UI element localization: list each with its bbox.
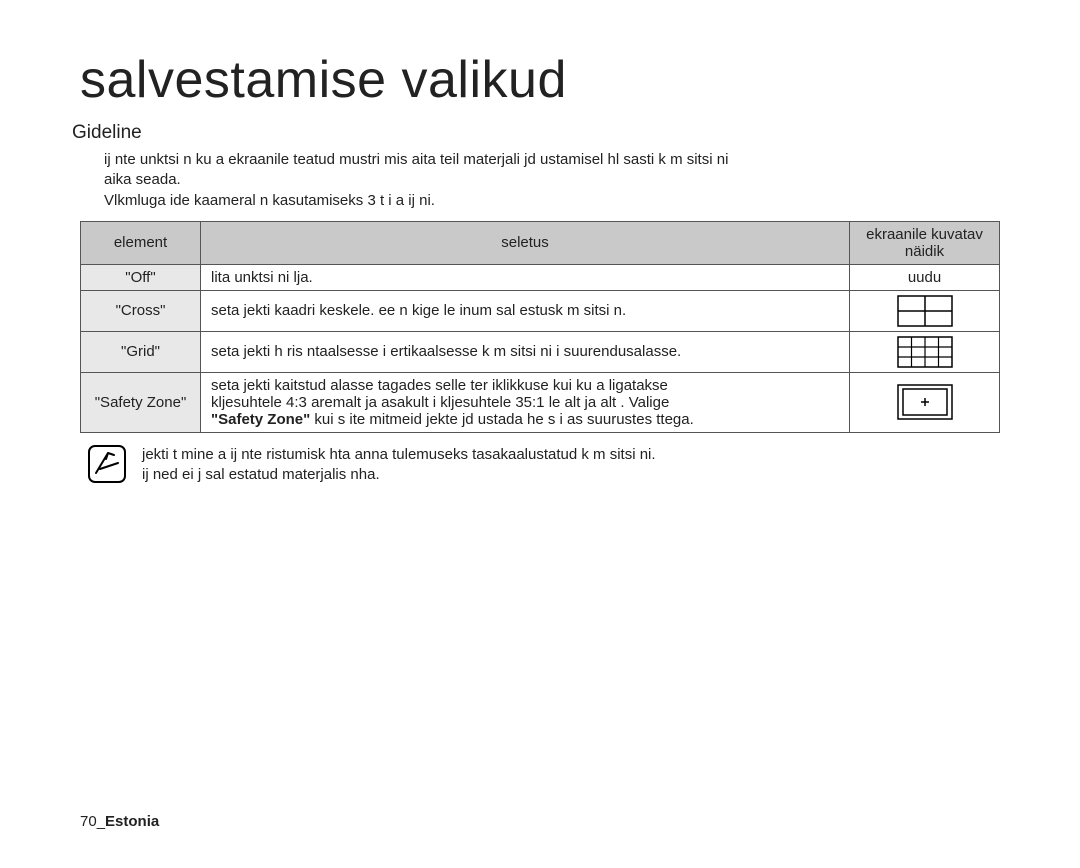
note-icon: [88, 445, 126, 488]
desc-line: seta jekti kaitstud alasse tagades selle…: [211, 377, 668, 394]
page-footer: 70_Estonia: [80, 813, 159, 830]
section-title: Gideline: [72, 122, 1000, 144]
cell-element: "Safety Zone": [81, 372, 201, 432]
cell-desc: lita unktsi ni lja.: [201, 264, 850, 290]
page-number: 70: [80, 813, 97, 830]
cell-display: [850, 372, 1000, 432]
cell-element: "Cross": [81, 290, 201, 331]
note-text: jekti t mine a ij nte ristumisk hta anna…: [142, 445, 656, 486]
desc-bold: "Safety Zone": [211, 411, 310, 428]
cell-display: [850, 290, 1000, 331]
table-row: "Safety Zone" seta jekti kaitstud alasse…: [81, 372, 1000, 432]
safety-zone-icon: [860, 384, 989, 420]
page-title: salvestamise valikud: [80, 50, 1000, 110]
th-element: element: [81, 221, 201, 264]
intro-line: aika seada.: [104, 170, 1000, 190]
page-locale: Estonia: [105, 813, 159, 830]
note-block: jekti t mine a ij nte ristumisk hta anna…: [88, 445, 1000, 488]
cell-element: "Off": [81, 264, 201, 290]
table-row: "Off" lita unktsi ni lja. uudu: [81, 264, 1000, 290]
cell-desc: seta jekti kaitstud alasse tagades selle…: [201, 372, 850, 432]
note-line: ij ned ei j sal estatud materjalis nha.: [142, 465, 656, 485]
document-page: salvestamise valikud Gideline ij nte unk…: [0, 0, 1080, 868]
cell-display: uudu: [850, 264, 1000, 290]
footer-sep: _: [97, 813, 105, 830]
th-desc: seletus: [201, 221, 850, 264]
desc-line: kui s ite mitmeid jekte jd ustada he s i…: [310, 411, 694, 428]
desc-line: kljesuhtele 4:3 aremalt ja asakult i klj…: [211, 394, 669, 411]
table-row: "Cross" seta jekti kaadri keskele. ee n …: [81, 290, 1000, 331]
intro-line: ij nte unktsi n ku a ekraanile teatud mu…: [104, 150, 1000, 170]
cell-desc: seta jekti kaadri keskele. ee n kige le …: [201, 290, 850, 331]
cell-display: [850, 331, 1000, 372]
cell-desc: seta jekti h ris ntaalsesse i ertikaalse…: [201, 331, 850, 372]
cross-icon: [860, 295, 989, 327]
intro-line: Vlkmluga ide kaameral n kasutamiseks 3 t…: [104, 191, 1000, 211]
th-display: ekraanile kuvatav näidik: [850, 221, 1000, 264]
intro-paragraph: ij nte unktsi n ku a ekraanile teatud mu…: [104, 150, 1000, 211]
options-table: element seletus ekraanile kuvatav näidik…: [80, 221, 1000, 433]
grid-icon: [860, 336, 989, 368]
note-line: jekti t mine a ij nte ristumisk hta anna…: [142, 445, 656, 465]
table-row: "Grid" seta jekti h ris ntaalsesse i ert…: [81, 331, 1000, 372]
cell-element: "Grid": [81, 331, 201, 372]
